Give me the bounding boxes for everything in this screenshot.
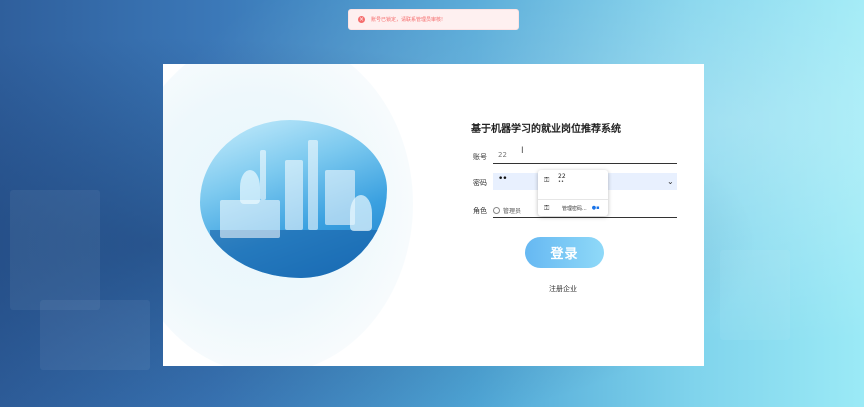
password-manager-icon: ●▪ (591, 205, 600, 211)
toast-message: 账号已锁定，请联系管理员审核! (371, 17, 444, 23)
divider (538, 199, 608, 200)
hero-illustration (200, 120, 387, 278)
background-building (40, 300, 150, 370)
background-building (10, 190, 100, 310)
role-radio[interactable] (493, 207, 500, 214)
autofill-dropdown: ⚿ 22 •• ⚿ 管理密码... ●▪ (538, 170, 608, 216)
chevron-down-icon[interactable]: ⌄ (667, 177, 674, 186)
login-card: 基于机器学习的就业岗位推荐系统 账号 22 I 密码 •• ⌄ 角色 管理员 ⚿… (163, 64, 704, 366)
page-title: 基于机器学习的就业岗位推荐系统 (471, 124, 621, 135)
password-label: 密码 (473, 179, 487, 187)
role-option-label[interactable]: 管理员 (503, 206, 521, 215)
key-icon: ⚿ (544, 204, 550, 212)
manage-passwords-label: 管理密码... (562, 205, 587, 212)
autofill-password: •• (558, 179, 564, 185)
role-label: 角色 (473, 207, 487, 215)
login-button[interactable]: 登录 (525, 237, 604, 268)
account-underline (493, 163, 677, 164)
account-label: 账号 (473, 153, 487, 161)
register-link[interactable]: 注册企业 (549, 284, 577, 294)
account-input[interactable]: 22 (498, 151, 507, 159)
manage-passwords-item[interactable]: ⚿ 管理密码... ●▪ (544, 204, 600, 212)
error-circle-icon: × (358, 16, 365, 23)
password-value: •• (498, 174, 508, 184)
key-icon: ⚿ (544, 175, 550, 184)
text-cursor-icon: I (521, 146, 524, 156)
background-building (720, 250, 790, 340)
role-underline (493, 217, 677, 218)
error-toast: × 账号已锁定，请联系管理员审核! (348, 9, 519, 30)
autofill-credential-item[interactable]: ⚿ 22 •• (544, 174, 566, 185)
